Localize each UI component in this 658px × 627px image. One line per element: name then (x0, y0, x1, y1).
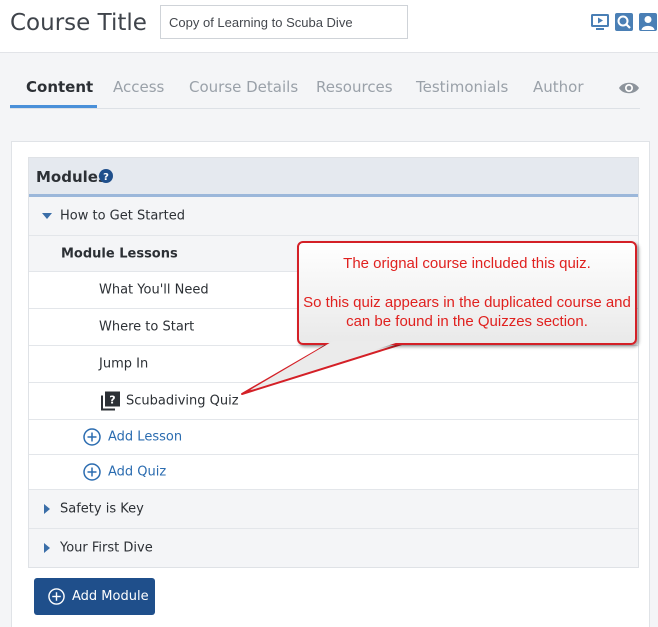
caret-right-icon[interactable] (44, 543, 50, 553)
course-title-input[interactable] (160, 5, 408, 39)
preview-icons (590, 12, 658, 32)
module-row-how-to-get-started[interactable]: How to Get Started (29, 197, 638, 236)
search-preview-icon[interactable] (614, 12, 634, 32)
callout-line-1: The orignal course included this quiz. (343, 255, 591, 272)
course-title-label: Course Title (10, 10, 147, 36)
quiz-title: Scubadiving Quiz (126, 393, 239, 409)
quiz-icon: ? (101, 391, 120, 411)
module-row-safety-is-key[interactable]: Safety is Key (29, 490, 638, 529)
caret-right-icon[interactable] (44, 504, 50, 514)
caret-down-icon[interactable] (42, 213, 52, 219)
tab-course-details[interactable]: Course Details (189, 72, 298, 102)
lesson-title: Where to Start (99, 319, 195, 335)
content-panel: Modules ? How to Get Started Module Less… (11, 141, 650, 627)
svg-text:?: ? (103, 172, 109, 183)
add-module-button[interactable]: Add Module (34, 578, 155, 615)
modules-header: Modules ? (29, 158, 638, 197)
lesson-title: Jump In (99, 356, 149, 372)
module-name: Safety is Key (60, 501, 144, 517)
module-lessons-label: Module Lessons (61, 246, 178, 261)
active-tab-indicator (10, 105, 97, 108)
add-lesson-row[interactable]: Add Lesson (29, 420, 638, 455)
top-header: Course Title (0, 0, 658, 53)
user-preview-icon[interactable] (638, 12, 658, 32)
video-preview-icon[interactable] (590, 12, 610, 32)
add-circle-icon[interactable] (83, 463, 101, 481)
tab-testimonials[interactable]: Testimonials (416, 72, 508, 102)
module-row-your-first-dive[interactable]: Your First Dive (29, 529, 638, 567)
add-lesson-link[interactable]: Add Lesson (108, 430, 182, 445)
tab-author[interactable]: Author (533, 72, 584, 102)
module-name: How to Get Started (60, 208, 185, 224)
lesson-row[interactable]: Jump In (29, 346, 638, 383)
tab-access[interactable]: Access (113, 72, 164, 102)
add-quiz-link[interactable]: Add Quiz (108, 465, 166, 480)
svg-text:?: ? (109, 394, 115, 407)
modules-title: Modules (36, 168, 107, 186)
annotation-callout: The orignal course included this quiz. S… (297, 241, 637, 345)
tab-resources[interactable]: Resources (316, 72, 393, 102)
add-module-label: Add Module (72, 589, 149, 604)
help-icon[interactable]: ? (99, 169, 113, 183)
add-circle-icon[interactable] (83, 428, 101, 446)
lesson-title: What You'll Need (99, 282, 209, 298)
modules-box: Modules ? How to Get Started Module Less… (28, 157, 639, 568)
add-quiz-row[interactable]: Add Quiz (29, 455, 638, 490)
quiz-row[interactable]: ? Scubadiving Quiz (29, 383, 638, 420)
callout-line-2: So this quiz appears in the duplicated c… (303, 294, 631, 330)
eye-icon[interactable] (618, 80, 640, 96)
module-name: Your First Dive (60, 540, 153, 556)
course-tabs: Content Access Course Details Resources … (10, 72, 640, 109)
add-circle-icon (48, 588, 65, 605)
tab-content[interactable]: Content (26, 72, 93, 102)
